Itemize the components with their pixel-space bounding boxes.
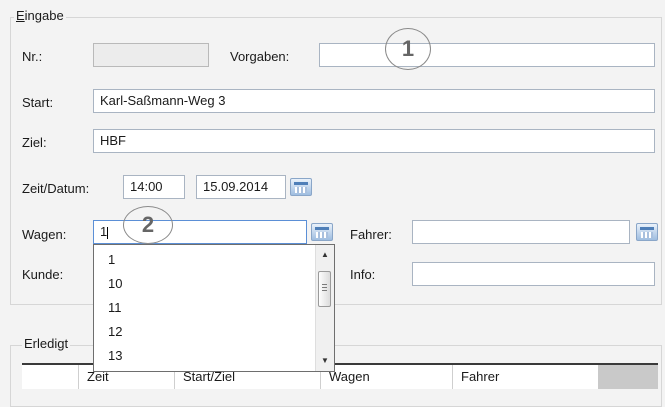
vorgaben-label: Vorgaben: [230,49,290,64]
fahrer-field[interactable] [412,220,630,244]
list-item[interactable]: 1 [108,252,115,267]
list-item[interactable]: 11 [108,300,122,315]
scroll-thumb[interactable] [318,271,331,307]
kunde-label: Kunde: [22,267,64,282]
list-item[interactable]: 13 [108,348,122,363]
col-fahrer[interactable]: Fahrer [452,365,598,389]
fahrer-label: Fahrer: [350,227,392,242]
wagen-dropdown-list[interactable]: 1 10 11 12 13 ▲ ▼ [93,244,335,372]
callout-1: 1 [385,28,431,70]
calendar-icon[interactable] [290,178,312,196]
datum-field[interactable]: 15.09.2014 [196,175,286,199]
grid-row-header [22,365,78,389]
eingabe-title: Eingabe [14,8,66,23]
start-field[interactable]: Karl-Saßmann-Weg 3 [93,89,655,113]
dropdown-scrollbar[interactable]: ▲ ▼ [315,245,334,371]
vorgaben-field[interactable] [319,43,655,67]
callout-2: 2 [123,206,173,244]
fahrer-lookup-icon[interactable] [636,223,658,241]
list-item[interactable]: 12 [108,324,122,339]
wagen-label: Wagen: [22,227,67,242]
start-label: Start: [22,95,54,110]
scroll-down-arrow-icon[interactable]: ▼ [316,353,334,369]
zeit-datum-label: Zeit/Datum: [22,181,90,196]
ziel-field[interactable]: HBF [93,129,655,153]
grid-header-filler [598,365,658,389]
info-field[interactable] [412,262,655,286]
nr-field [93,43,209,67]
erledigt-title: Erledigt [22,336,71,351]
nr-label: Nr.: [22,49,43,64]
col-wagen[interactable]: Wagen [320,365,452,389]
info-label: Info: [350,267,376,282]
zeit-field[interactable]: 14:00 [123,175,185,199]
ziel-label: Ziel: [22,135,47,150]
wagen-lookup-icon[interactable] [311,223,333,241]
scroll-up-arrow-icon[interactable]: ▲ [316,247,334,263]
list-item[interactable]: 10 [108,276,122,291]
